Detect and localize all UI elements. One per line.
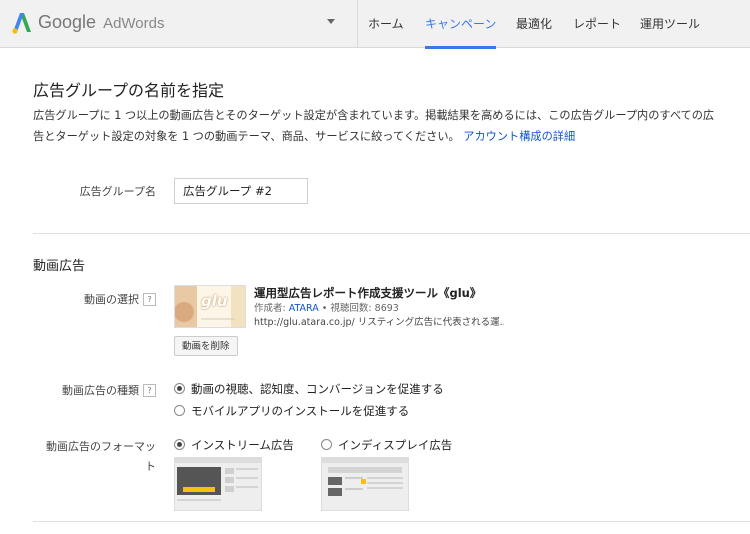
video-thumbnail[interactable]: glu [174, 285, 246, 328]
video-url: http://glu.atara.co.jp/ リスティング広告に代表される運.… [254, 317, 504, 328]
indisplay-preview-image[interactable] [321, 457, 409, 511]
description-line-1: 広告グループに 1 つ以上の動画広告とそのターゲット設定が含まれています。掲載結… [33, 109, 715, 122]
radio-type-app-install[interactable] [174, 405, 185, 416]
page-title: 広告グループの名前を指定 [33, 81, 225, 100]
nav-optimize[interactable]: 最適化 [516, 0, 552, 48]
video-title[interactable]: 運用型広告レポート作成支援ツール《glu》 [254, 285, 481, 301]
account-structure-link[interactable]: アカウント構成の詳細 [463, 130, 575, 143]
video-ad-format-label: 動画広告のフォーマッ ト [36, 437, 156, 477]
help-icon[interactable]: ? [143, 293, 156, 306]
video-select-label-text: 動画の選択 [84, 293, 139, 306]
section-divider [33, 521, 750, 522]
brand-product: AdWords [103, 15, 165, 32]
radio-type-awareness[interactable] [174, 383, 185, 394]
ad-group-name-input[interactable] [174, 178, 308, 204]
brand-logo[interactable]: Google AdWords [38, 12, 164, 33]
nav-tools[interactable]: 運用ツール [640, 0, 700, 48]
adwords-logo-icon [12, 13, 31, 34]
help-icon[interactable]: ? [143, 384, 156, 397]
creator-link[interactable]: ATARA [289, 303, 319, 314]
view-count: • 視聴回数: 8693 [318, 303, 399, 314]
video-ad-type-label-text: 動画広告の種類 [62, 384, 139, 397]
type-option-app-install-label: モバイルアプリのインストールを促進する [191, 404, 410, 418]
description-line-2: 告とターゲット設定の対象を 1 つの動画テーマ、商品、サービスに絞ってください。 [33, 130, 460, 143]
radio-format-instream[interactable] [174, 439, 185, 450]
page-description: 広告グループに 1 つ以上の動画広告とそのターゲット設定が含まれています。掲載結… [33, 105, 733, 147]
section-divider [33, 233, 750, 234]
format-option-instream-label: インストリーム広告 [191, 438, 294, 452]
ad-group-name-label: 広告グループ名 [79, 185, 156, 198]
video-select-label: 動画の選択? [60, 291, 156, 307]
instream-preview-image[interactable] [174, 457, 262, 511]
radio-format-indisplay[interactable] [321, 439, 332, 450]
account-dropdown-icon[interactable] [326, 18, 336, 26]
creator-prefix: 作成者: [254, 303, 289, 314]
video-ad-format-label-line1: 動画広告のフォーマッ [46, 440, 156, 453]
remove-video-button[interactable]: 動画を削除 [174, 336, 238, 356]
header-divider [357, 0, 358, 48]
video-ad-section-title: 動画広告 [33, 259, 86, 274]
nav-campaigns[interactable]: キャンペーン [425, 0, 497, 49]
brand-google: Google [38, 12, 97, 32]
nav-home[interactable]: ホーム [368, 0, 404, 48]
video-ad-type-label: 動画広告の種類? [40, 382, 156, 398]
top-bar: Google AdWords ホーム キャンペーン 最適化 レポート 運用ツール [0, 0, 750, 49]
nav-reports[interactable]: レポート [573, 0, 621, 48]
video-meta: 作成者: ATARA • 視聴回数: 8693 [254, 300, 399, 314]
type-option-awareness-label: 動画の視聴、認知度、コンバージョンを促進する [191, 382, 444, 396]
video-ad-format-label-line2: ト [145, 460, 156, 473]
format-option-indisplay-label: インディスプレイ広告 [338, 438, 453, 452]
video-thumbnail-caption: glu [201, 292, 228, 310]
